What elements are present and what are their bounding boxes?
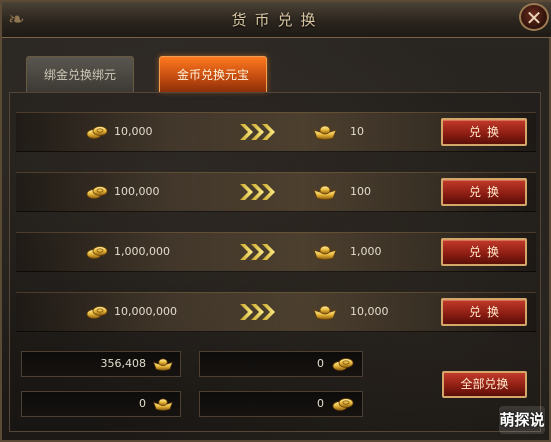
tab-coin-to-ingot[interactable]: 金币兑换元宝 — [159, 56, 267, 92]
triple-chevron-arrow-icon — [238, 122, 278, 142]
from-amount: 1,000,000 — [114, 245, 170, 258]
gold-coins-icon — [86, 184, 108, 200]
triple-chevron-arrow-icon — [238, 242, 278, 262]
coin-balance-box: 0 — [199, 351, 363, 377]
gold-coins-icon — [86, 244, 108, 260]
to-amount: 10,000 — [350, 305, 389, 318]
triple-chevron-arrow-icon — [238, 302, 278, 322]
ingot-balance-box: 356,408 — [21, 351, 181, 377]
gold-ingot-icon — [312, 243, 338, 261]
bound-ingot-icon — [152, 396, 174, 412]
gold-ingot-icon — [312, 303, 338, 321]
gold-coins-icon — [332, 356, 354, 372]
gold-ingot-icon — [312, 183, 338, 201]
ingot-balance-value: 356,408 — [100, 357, 147, 370]
from-amount: 10,000 — [114, 125, 153, 138]
to-amount: 10 — [350, 125, 364, 138]
exchange-row: 10,000,000 10,000 兑换 — [16, 292, 536, 332]
gold-ingot-icon — [312, 123, 338, 141]
window-title: 货币兑换 — [231, 11, 324, 29]
gold-coins-icon — [86, 124, 108, 140]
tab-bound-gold-to-bound-ingot[interactable]: 绑金兑换绑元 — [26, 56, 134, 92]
exchange-window: ❧ 货币兑换 ✕ 绑金兑换绑元 金币兑换元宝 10,000 10 兑换 100,… — [0, 0, 551, 442]
exchange-all-button[interactable]: 全部兑换 — [442, 371, 527, 398]
bound-ingot-balance-value: 0 — [139, 397, 146, 410]
bound-coin-balance-box: 0 — [199, 391, 363, 417]
triple-chevron-arrow-icon — [238, 182, 278, 202]
exchange-row: 10,000 10 兑换 — [16, 112, 536, 152]
to-amount: 100 — [350, 185, 371, 198]
bound-coins-icon — [332, 396, 354, 412]
bound-ingot-balance-box: 0 — [21, 391, 181, 417]
close-icon: ✕ — [525, 6, 543, 30]
exchange-row: 1,000,000 1,000 兑换 — [16, 232, 536, 272]
watermark-logo: 萌探说 — [499, 406, 545, 434]
exchange-button[interactable]: 兑换 — [441, 298, 527, 326]
close-button[interactable]: ✕ — [519, 3, 549, 31]
bound-coin-balance-value: 0 — [317, 397, 324, 410]
title-bar: ❧ 货币兑换 ✕ — [2, 2, 551, 38]
exchange-button[interactable]: 兑换 — [441, 178, 527, 206]
exchange-button[interactable]: 兑换 — [441, 238, 527, 266]
exchange-row: 100,000 100 兑换 — [16, 172, 536, 212]
gold-coins-icon — [86, 304, 108, 320]
from-amount: 10,000,000 — [114, 305, 177, 318]
to-amount: 1,000 — [350, 245, 382, 258]
gold-ingot-icon — [152, 356, 174, 372]
coin-balance-value: 0 — [317, 357, 324, 370]
exchange-button[interactable]: 兑换 — [441, 118, 527, 146]
from-amount: 100,000 — [114, 185, 160, 198]
